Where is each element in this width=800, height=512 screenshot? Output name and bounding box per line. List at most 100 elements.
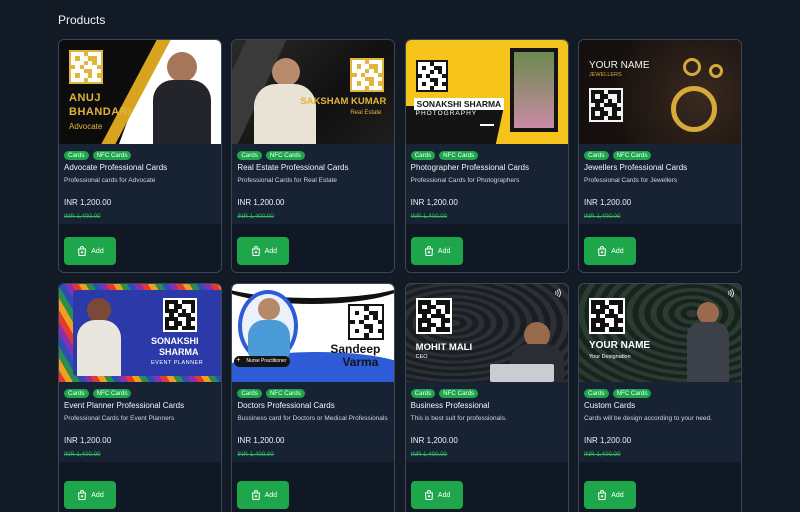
qr-module [190, 325, 195, 330]
card-footer: Add [578, 233, 741, 272]
product-old-price: INR 1,400.00 [64, 451, 101, 459]
shopping-bag-plus-icon [424, 246, 433, 256]
product-image[interactable]: SONAKSHI SHARMA EVENT PLANNER [59, 284, 221, 382]
add-to-cart-button[interactable]: Add [410, 237, 463, 265]
shopping-bag-plus-icon [251, 246, 260, 256]
card-footer: Add [59, 233, 221, 272]
tag-nfc-cards: NFC Cards [92, 151, 132, 161]
thumb-name-line1: ANUJ [69, 92, 101, 104]
product-name[interactable]: Real Estate Professional Cards [237, 163, 389, 172]
add-button-label: Add [264, 491, 278, 499]
product-price: INR 1,200.00 [237, 198, 285, 208]
tag-list: Cards NFC Cards [410, 389, 563, 399]
tag-list: Cards NFC Cards [64, 389, 216, 399]
product-name[interactable]: Advocate Professional Cards [64, 163, 216, 172]
card-body: Cards NFC Cards Event Planner Profession… [59, 382, 221, 463]
product-description: Professional Cards for Photographers [410, 177, 520, 185]
product-card-jewellers[interactable]: YOUR NAME JEWELLERS Cards NFC Cards Jewe… [577, 39, 742, 273]
qr-code [348, 304, 385, 340]
product-old-price: INR 1,400.00 [64, 213, 101, 221]
product-card-business-professional[interactable]: MOHIT MALI CEO Cards NFC Cards Business … [404, 283, 569, 512]
tag-list: Cards NFC Cards [410, 151, 563, 161]
tag-cards: Cards [583, 151, 609, 161]
thumb-designation: Real Estate [350, 110, 382, 116]
qr-module [616, 115, 621, 120]
card-footer: Add [232, 233, 395, 272]
qr-code [415, 60, 448, 92]
card-footer: Add [405, 477, 568, 512]
product-price: INR 1,200.00 [64, 436, 112, 446]
qr-module [618, 327, 623, 332]
product-price: INR 1,200.00 [583, 198, 632, 208]
thumb-name-line2: Varma [342, 355, 379, 369]
thumb-designation: EVENT PLANNER [151, 360, 204, 366]
add-to-cart-button[interactable]: Add [583, 237, 636, 265]
product-card-custom[interactable]: YOUR NAME Your Designation Cards NFC Car… [577, 283, 742, 512]
qr-code [588, 88, 623, 122]
product-description: Professional Cards for Real Estate [237, 177, 338, 185]
card-body: Cards NFC Cards Advocate Professional Ca… [59, 144, 221, 225]
product-image[interactable]: YOUR NAME Your Designation [578, 284, 741, 382]
product-name[interactable]: Event Planner Professional Cards [64, 401, 216, 410]
card-body: Cards NFC Cards Jewellers Professional C… [578, 144, 741, 225]
product-price: INR 1,200.00 [64, 198, 112, 208]
product-description: This is best suit for professionals. [410, 415, 507, 423]
thumb-designation: Nurse Practitioner [234, 356, 291, 367]
card-footer: Add [405, 233, 568, 272]
product-card-event-planner[interactable]: SONAKSHI SHARMA EVENT PLANNER Cards NFC … [58, 283, 222, 512]
add-to-cart-button[interactable]: Add [237, 237, 290, 265]
thumb-name: YOUR NAME [588, 340, 651, 351]
qr-module [441, 86, 446, 90]
product-card-real-estate[interactable]: SAKSHAM KUMAR Real Estate Cards NFC Card… [231, 39, 396, 273]
qr-code [588, 298, 625, 334]
product-old-price: INR 1,400.00 [237, 451, 274, 459]
thumb-name-line1: Sandeep [330, 342, 381, 356]
tag-nfc-cards: NFC Cards [612, 151, 652, 161]
tag-list: Cards NFC Cards [583, 151, 736, 161]
tag-nfc-cards: NFC Cards [439, 151, 479, 161]
product-card-photographer[interactable]: SONAKSHI SHARMA PHOTOGRAPHY Cards NFC Ca… [404, 39, 569, 273]
product-image[interactable]: SONAKSHI SHARMA PHOTOGRAPHY [405, 40, 568, 144]
thumb-designation: Advocate [69, 122, 103, 131]
thumb-designation: PHOTOGRAPHY [415, 110, 478, 117]
tag-cards: Cards [410, 151, 436, 161]
product-name[interactable]: Jewellers Professional Cards [584, 163, 736, 172]
shopping-bag-plus-icon [78, 246, 87, 256]
card-body: Cards NFC Cards Custom Cards Cards will … [578, 382, 741, 463]
product-card-advocate[interactable]: ANUJ BHANDARI Advocate Cards NFC Cards A… [58, 39, 222, 273]
card-footer: Add [59, 477, 221, 512]
add-to-cart-button[interactable]: Add [583, 481, 636, 509]
product-card-doctors[interactable]: Nurse Practitioner + Sandeep Varma Cards… [231, 283, 396, 512]
shopping-bag-plus-icon [78, 490, 87, 500]
thumb-designation: CEO [415, 354, 428, 360]
product-image[interactable]: YOUR NAME JEWELLERS [578, 40, 741, 144]
qr-code [350, 58, 385, 92]
add-to-cart-button[interactable]: Add [64, 237, 116, 265]
add-to-cart-button[interactable]: Add [64, 481, 116, 509]
product-grid: ANUJ BHANDARI Advocate Cards NFC Cards A… [58, 39, 742, 512]
product-name[interactable]: Business Professional [411, 401, 563, 410]
shopping-bag-plus-icon [424, 490, 433, 500]
product-image[interactable]: SAKSHAM KUMAR Real Estate [232, 40, 395, 144]
product-old-price: INR 1,400.00 [237, 213, 274, 221]
card-footer: Add [578, 477, 741, 512]
tag-cards: Cards [64, 151, 89, 161]
card-body: Cards NFC Cards Doctors Professional Car… [232, 382, 395, 463]
product-name[interactable]: Doctors Professional Cards [237, 401, 389, 410]
add-to-cart-button[interactable]: Add [410, 481, 463, 509]
tag-nfc-cards: NFC Cards [612, 389, 652, 399]
product-price: INR 1,200.00 [237, 436, 285, 446]
product-image[interactable]: MOHIT MALI CEO [405, 284, 568, 382]
add-to-cart-button[interactable]: Add [237, 481, 290, 509]
card-body: Cards NFC Cards Photographer Professiona… [405, 144, 568, 225]
product-name[interactable]: Custom Cards [584, 401, 736, 410]
product-name[interactable]: Photographer Professional Cards [411, 163, 563, 172]
tag-nfc-cards: NFC Cards [439, 389, 479, 399]
add-button-label: Add [91, 247, 104, 255]
shopping-bag-plus-icon [598, 490, 607, 500]
tag-nfc-cards: NFC Cards [92, 389, 132, 399]
product-image[interactable]: Nurse Practitioner + Sandeep Varma [232, 284, 395, 382]
thumb-name-line2: SHARMA [159, 347, 199, 357]
card-body: Cards NFC Cards Business Professional Th… [405, 382, 568, 463]
product-image[interactable]: ANUJ BHANDARI Advocate [59, 40, 221, 144]
